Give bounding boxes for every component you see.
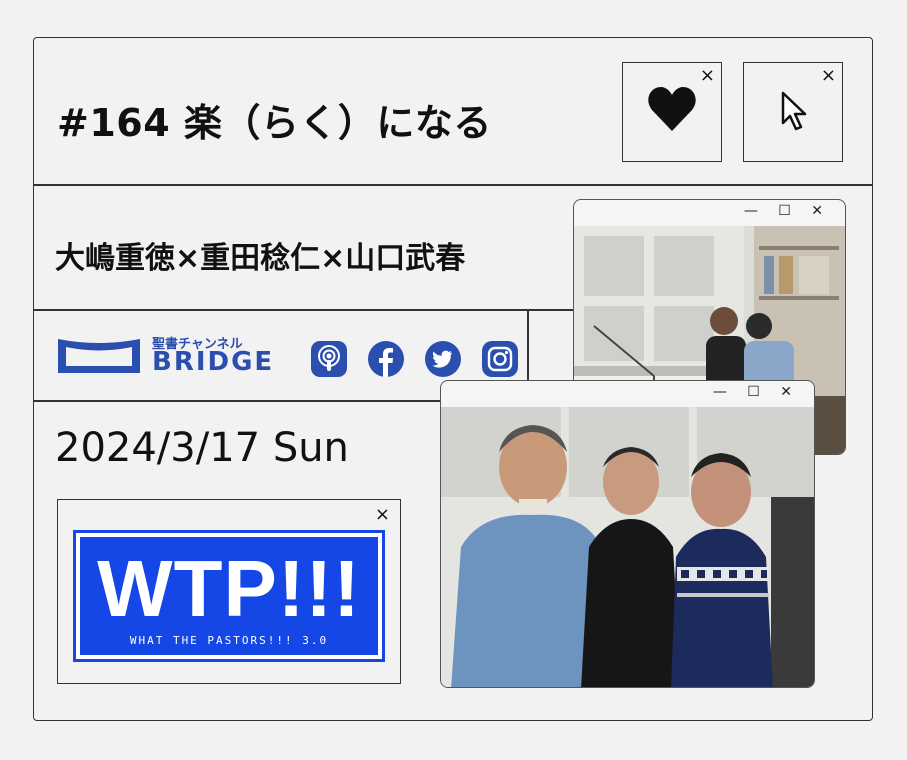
window-titlebar: — ☐ ✕ [441,381,814,407]
close-icon[interactable]: × [375,504,390,525]
show-logo-window: × WTP!!! WHAT THE PASTORS!!! 3.0 [57,499,401,684]
divider [33,184,873,186]
broadcast-date: 2024/3/17 Sun [55,425,349,471]
guests-photo [441,407,814,687]
cursor-icon [744,85,842,137]
wtp-logo-subtitle: WHAT THE PASTORS!!! 3.0 [129,634,329,647]
podcast-icon[interactable] [310,340,348,378]
bridge-logo[interactable]: 聖書チャンネル BRIDGE [55,333,272,381]
like-button[interactable]: × [622,62,722,162]
close-icon[interactable]: × [821,65,836,86]
wtp-logo: WTP!!! WHAT THE PASTORS!!! 3.0 [73,530,385,662]
facebook-icon[interactable] [367,340,405,378]
guests-photo-window: — ☐ ✕ [440,380,815,688]
close-icon[interactable]: × [700,65,715,86]
twitter-icon[interactable] [424,340,462,378]
instagram-icon[interactable] [481,340,519,378]
divider [33,309,573,311]
heart-icon [623,85,721,137]
bridge-icon [58,339,140,373]
window-controls[interactable]: — ☐ ✕ [744,203,831,219]
divider [33,400,441,402]
guest-names: 大嶋重徳×重田稔仁×山口武春 [55,241,466,276]
wtp-logo-text: WTP!!! [97,544,361,633]
channel-name: BRIDGE [152,347,275,377]
episode-title: #164 楽（らく）になる [57,101,492,145]
cursor-button[interactable]: × [743,62,843,162]
window-titlebar: — ☐ ✕ [574,200,845,226]
window-controls[interactable]: — ☐ ✕ [713,384,800,400]
